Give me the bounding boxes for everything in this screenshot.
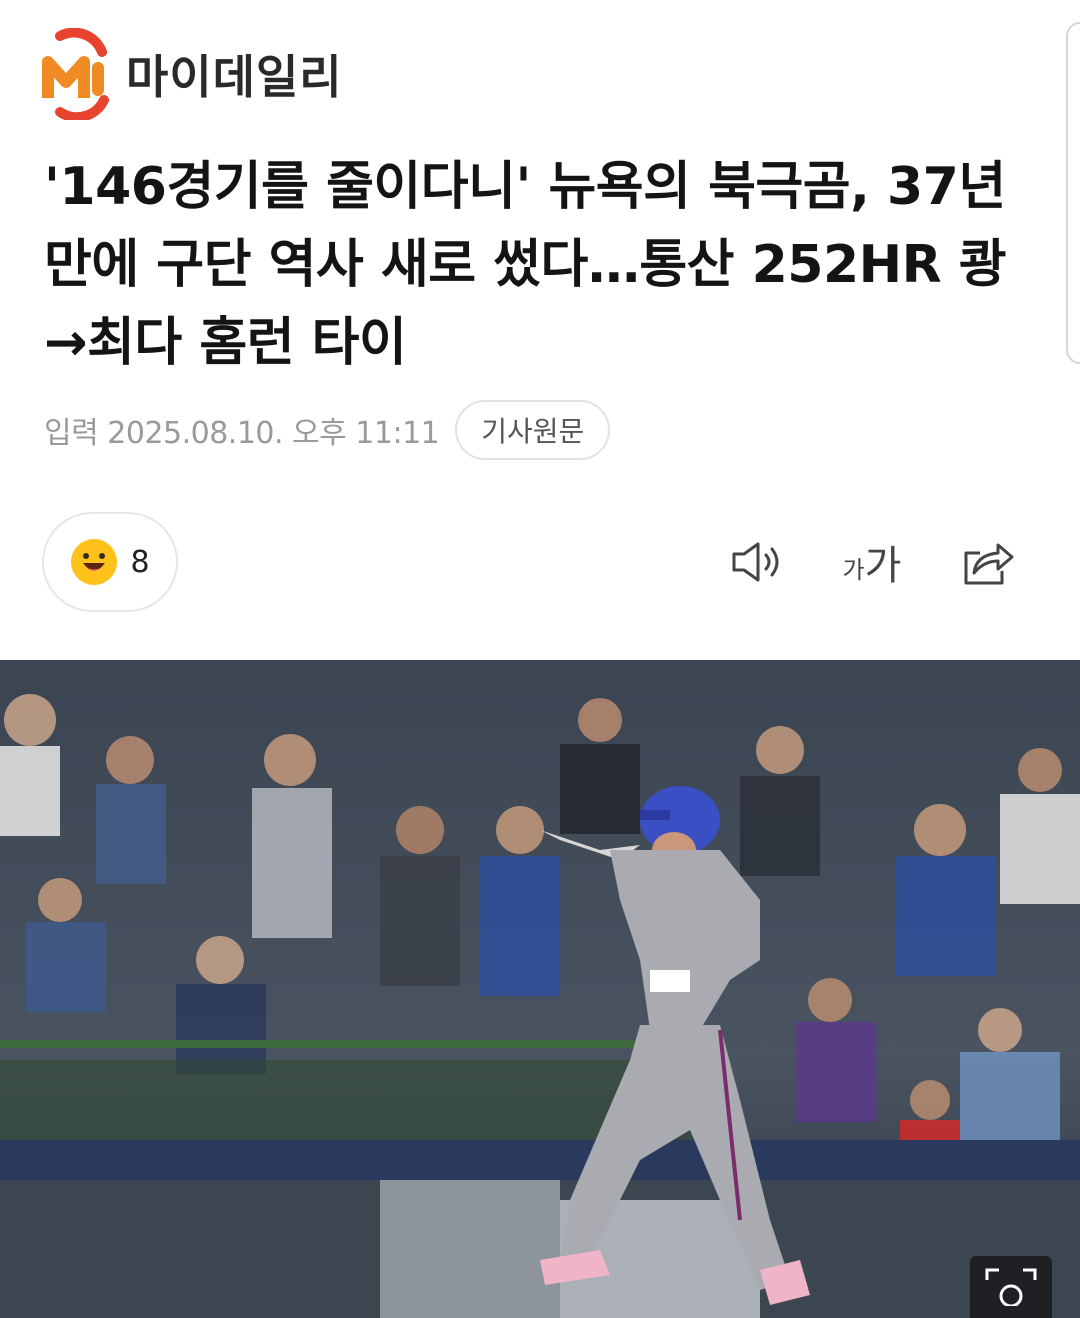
side-panel-edge[interactable] [1066,22,1080,364]
font-size-small-label: 가 [842,555,865,584]
share-icon [964,543,1014,585]
brand-name: 마이데일리 [126,50,343,104]
font-size-button[interactable]: 가 가 [836,528,908,596]
article-date: 입력 2025.08.10. 오후 11:11 [44,416,440,451]
font-size-large-label: 가 [864,543,902,589]
listen-button[interactable] [726,528,790,596]
zoom-icon [985,1268,1037,1306]
article-photo[interactable] [0,660,1080,1318]
player-photo [0,660,1080,1318]
reaction-button[interactable]: 8 [42,512,178,612]
article-headline: '146경기를 줄이다니' 뉴욕의 북극곰, 37년 만에 구단 역사 새로 썼… [44,157,1007,373]
speaker-icon [732,542,779,582]
reaction-count: 8 [130,544,150,580]
share-button[interactable] [956,528,1020,596]
article-page: 마이데일리 '146경기를 줄이다니' 뉴욕의 북극곰, 37년 만에 구단 역… [0,0,1080,1318]
original-article-button[interactable]: 기사원문 [455,400,611,460]
zoom-button[interactable] [970,1256,1052,1318]
article-meta: 입력 2025.08.10. 오후 11:11 기사원문 [44,400,611,460]
smile-emoji-icon [71,539,118,585]
brand-logo-icon [42,28,109,120]
brand-header[interactable]: 마이데일리 [40,26,343,122]
